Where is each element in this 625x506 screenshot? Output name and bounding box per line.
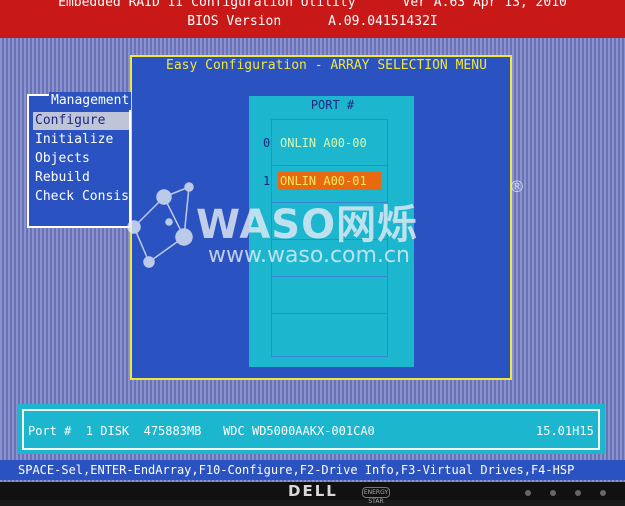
slot-divider	[272, 276, 387, 277]
drive-slot-0[interactable]: ONLIN A00-00	[278, 134, 381, 152]
slot-divider	[272, 313, 387, 314]
bezel-button-icon[interactable]	[525, 490, 531, 496]
drive-info-text: Port # 1 DISK 475883MB WDC WD5000AAKX-00…	[28, 424, 375, 438]
bezel-button-icon[interactable]	[575, 490, 581, 496]
title-bar: Embedded RAID II Configuration Utility V…	[0, 0, 625, 38]
dell-logo: DELL	[288, 482, 338, 500]
port-header: PORT #	[310, 98, 355, 112]
watermark-url: www.waso.com.cn	[208, 243, 410, 268]
energy-star-badge: ENERGY STAR	[362, 487, 390, 505]
menu-item-configure[interactable]: Configure	[33, 112, 129, 130]
menu-item-rebuild[interactable]: Rebuild	[35, 169, 90, 187]
drive-slot-1[interactable]: ONLIN A00-01	[278, 172, 381, 190]
port-number: 0	[263, 136, 271, 150]
watermark-brand: WASO网烁	[196, 202, 419, 248]
menu-title: Easy Configuration - ARRAY SELECTION MEN…	[163, 57, 490, 75]
utility-title: Embedded RAID II Configuration Utility V…	[58, 0, 567, 10]
power-button-icon[interactable]	[600, 490, 606, 496]
key-help-bar: SPACE-Sel,ENTER-EndArray,F10-Configure,F…	[0, 460, 625, 480]
menu-item-objects[interactable]: Objects	[35, 150, 90, 168]
watermark-registered: ®	[509, 177, 525, 196]
management-title: Management	[49, 92, 132, 110]
bios-version: BIOS Version A.09.04151432I	[187, 14, 438, 29]
port-number: 1	[263, 174, 271, 188]
menu-item-initialize[interactable]: Initialize	[35, 131, 113, 149]
slot-divider	[272, 165, 387, 166]
firmware-version: 15.01H15	[536, 424, 594, 438]
bios-screen: Embedded RAID II Configuration Utility V…	[0, 0, 625, 482]
bezel-button-icon[interactable]	[550, 490, 556, 496]
menu-item-check-consistency[interactable]: Check Consis	[35, 188, 129, 206]
